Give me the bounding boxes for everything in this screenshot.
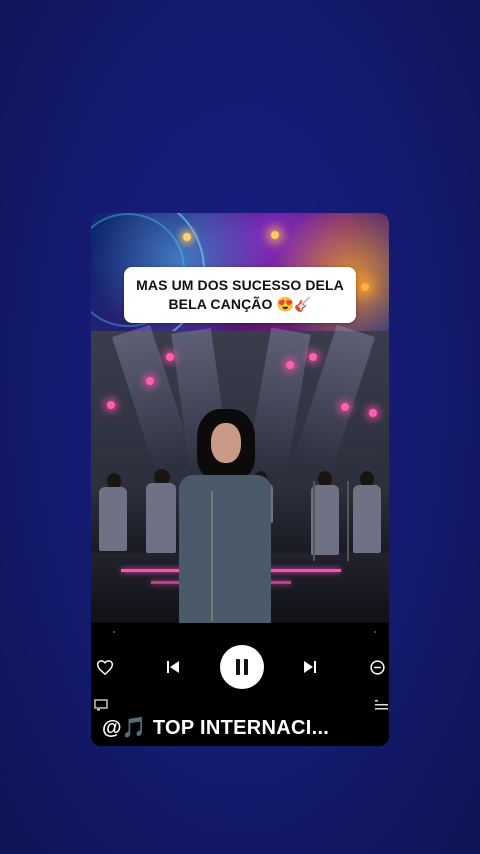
caption-line-1: MAS UM DOS SUCESSO DELA [136, 277, 344, 293]
queue-list-icon[interactable] [373, 697, 389, 713]
caption-box: MAS UM DOS SUCESSO DELA BELA CANÇÃO 😍🎸 [124, 267, 356, 323]
minus-circle-icon[interactable] [367, 657, 387, 677]
mic-stand [347, 481, 349, 561]
pause-button[interactable] [220, 645, 264, 689]
video-card[interactable]: MAS UM DOS SUCESSO DELA BELA CANÇÃO 😍🎸 @… [91, 213, 389, 746]
concert-banner-image: MAS UM DOS SUCESSO DELA BELA CANÇÃO 😍🎸 [91, 213, 389, 347]
screen: { "post": { "caption_line1": "MAS UM DOS… [0, 0, 480, 854]
skip-previous-icon[interactable] [163, 657, 183, 677]
stage-light [146, 377, 154, 385]
skip-next-icon[interactable] [300, 657, 320, 677]
stage-light [286, 361, 294, 369]
heart-icon[interactable] [95, 657, 115, 677]
sparkle [271, 231, 279, 239]
sparkle [183, 233, 191, 241]
sparkle [361, 283, 369, 291]
caption-line-2: BELA CANÇÃO 😍🎸 [168, 296, 312, 312]
stage-light [166, 353, 174, 361]
divider-dot [374, 631, 376, 633]
stage-light [369, 409, 377, 417]
stage-light [341, 403, 349, 411]
mic-stand [313, 481, 315, 561]
singer-mic-stand [211, 491, 213, 621]
cast-icon[interactable] [93, 697, 109, 713]
video-stage[interactable] [91, 324, 389, 625]
divider-dot [113, 631, 115, 633]
stage-light [309, 353, 317, 361]
stage-light [107, 401, 115, 409]
player-controls: @🎵 TOP INTERNACI... [91, 623, 389, 746]
pause-icon [234, 659, 250, 675]
channel-name[interactable]: @🎵 TOP INTERNACI... [102, 715, 329, 740]
